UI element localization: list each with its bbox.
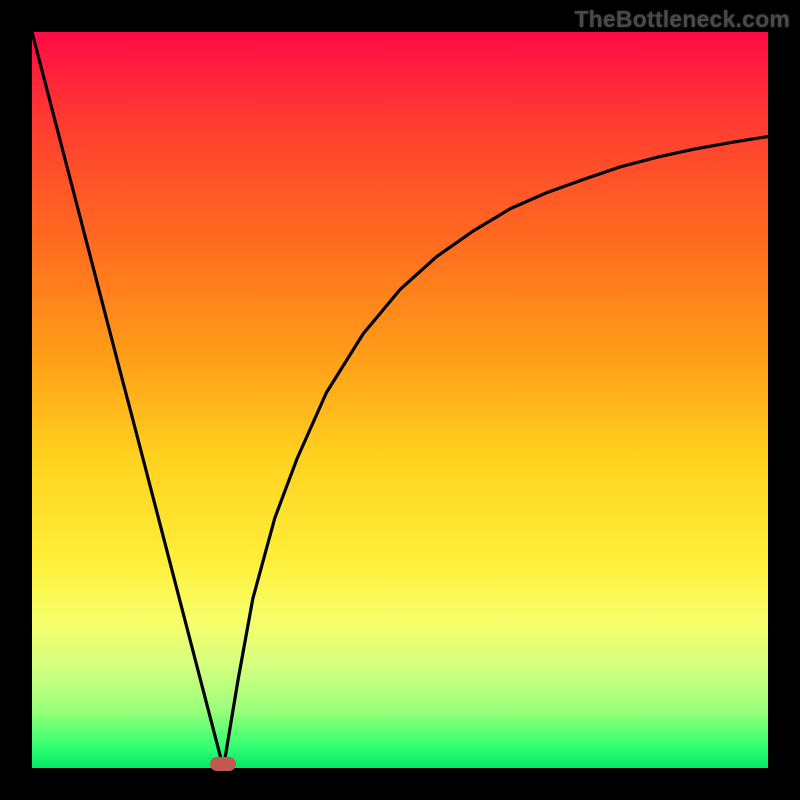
chart-frame: TheBottleneck.com: [0, 0, 800, 800]
watermark-text: TheBottleneck.com: [574, 6, 790, 33]
plot-area: [32, 32, 768, 768]
bottleneck-curve: [32, 32, 768, 768]
curve-right-branch: [223, 137, 768, 768]
minimum-marker: [210, 757, 236, 771]
curve-left-branch: [32, 32, 223, 768]
